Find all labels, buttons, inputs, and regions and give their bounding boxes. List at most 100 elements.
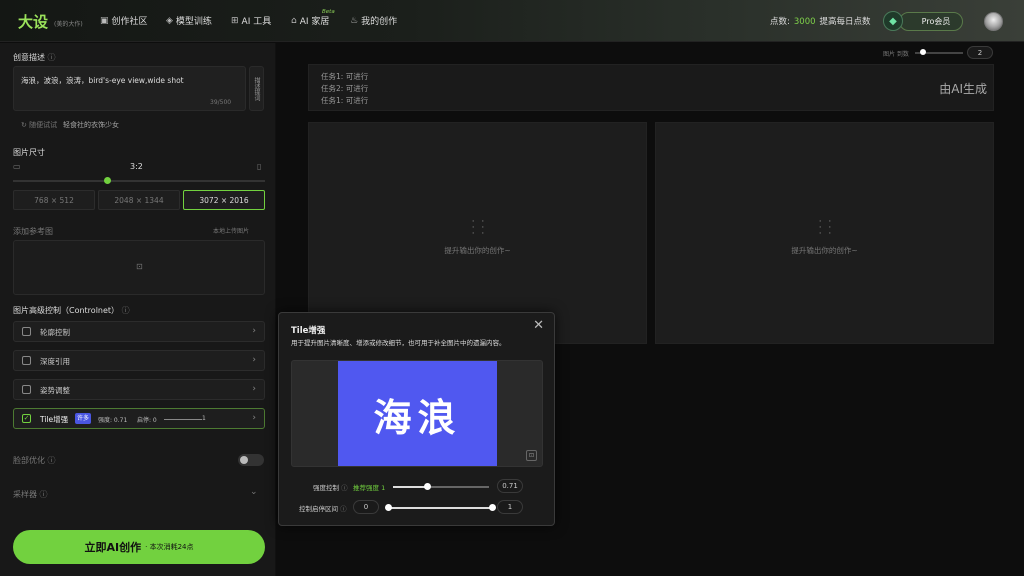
image-count-knob[interactable] xyxy=(920,49,926,55)
control-label: 深度引用 xyxy=(40,357,70,366)
bulb-icon: ♨ xyxy=(350,15,359,26)
control-outline[interactable]: 轮廓控制 › xyxy=(13,321,265,342)
chevron-right-icon: › xyxy=(252,413,256,423)
control-pose[interactable]: 姿势调整 › xyxy=(13,379,265,400)
chevron-down-icon[interactable]: ⌄ xyxy=(250,487,258,497)
face-optimize-label: 脸部优化 ⓘ xyxy=(13,456,56,465)
ratio-value: 3:2 xyxy=(130,162,143,171)
checkbox[interactable] xyxy=(22,356,31,365)
points-label: 点数: xyxy=(770,17,790,27)
tile-end: 1 xyxy=(202,415,206,422)
beta-badge: Beta xyxy=(322,9,335,15)
prompt-char-count: 39/500 xyxy=(210,99,232,106)
nav-ai-tools[interactable]: ⊞ AI 工具 xyxy=(231,14,272,28)
logo-subtitle: (美的大作) xyxy=(54,21,83,28)
info-icon: ⓘ xyxy=(340,505,347,513)
range-slider-track[interactable] xyxy=(387,507,493,509)
size-option-large[interactable]: 3072 × 2016 xyxy=(183,190,265,210)
modal-description: 用于提升图片清晰度、增添或修改细节，也可用于补全图片中的遗漏内容。 xyxy=(291,339,506,347)
modal-title: Tile增强 xyxy=(291,326,326,336)
size-option-small[interactable]: 768 × 512 xyxy=(13,190,95,210)
strength-slider-fill xyxy=(393,486,427,488)
output-panel-2[interactable]: · · · · · · 提升输出你的创作~ xyxy=(655,122,994,344)
points-upgrade-link[interactable]: 提高每日点数 xyxy=(820,17,871,27)
generate-cost: · 本次消耗24点 xyxy=(145,543,194,551)
size-section-label: 图片尺寸 xyxy=(13,148,45,157)
image-icon: ⊡ xyxy=(136,262,143,271)
strength-hint: 推荐强度 1 xyxy=(353,484,386,492)
task-item: 任务2: 可进行 xyxy=(321,84,369,93)
task-item: 任务1: 可进行 xyxy=(321,72,369,81)
diamond-icon: ◆ xyxy=(883,11,903,31)
expand-icon[interactable]: ⊡ xyxy=(526,450,537,461)
grid-icon: ▣ xyxy=(100,15,109,26)
reference-section-label: 添加参考图 xyxy=(13,227,53,236)
generate-label: 立即AI创作 xyxy=(84,541,142,554)
tile-enhance-modal: Tile增强 ✕ 用于提升图片清晰度、增添或修改细节，也可用于补全图片中的遗漏内… xyxy=(278,312,555,526)
try-random-button[interactable]: ↻ 随便试试 xyxy=(21,120,57,130)
prompt-section-label: 创意描述 ⓘ xyxy=(13,53,56,62)
avatar[interactable] xyxy=(984,12,1003,31)
generate-button[interactable]: 立即AI创作 · 本次消耗24点 xyxy=(13,530,265,564)
strength-label: 强度控制 ⓘ xyxy=(313,484,348,492)
range-start-knob[interactable] xyxy=(385,504,392,511)
checkbox[interactable] xyxy=(22,327,31,336)
try-example-link[interactable]: 轻食社的衣饰少女 xyxy=(63,120,119,130)
logo[interactable]: 大设 xyxy=(18,11,48,32)
control-label: 姿势调整 xyxy=(40,386,70,395)
range-end-knob[interactable] xyxy=(489,504,496,511)
tile-range-line xyxy=(164,419,202,420)
nav-ai-tools-label: AI 工具 xyxy=(241,17,272,27)
prompt-assist-button[interactable]: 描述提词 xyxy=(249,66,264,111)
range-start-input[interactable]: 0 xyxy=(353,500,379,514)
output-placeholder: 提升输出你的创作~ xyxy=(791,246,858,255)
nav-community-label: 创作社区 xyxy=(111,17,148,27)
nav-community[interactable]: ▣ 创作社区 xyxy=(100,14,148,28)
controlnet-section-label: 图片高级控制（Controlnet） ⓘ xyxy=(13,306,130,315)
ratio-slider-knob[interactable] xyxy=(104,177,111,184)
nav-ai-home-label: AI 家居 xyxy=(299,17,330,27)
task-item: 任务1: 可进行 xyxy=(321,96,369,105)
control-depth[interactable]: 深度引用 › xyxy=(13,350,265,371)
control-label: 轮廓控制 xyxy=(40,328,70,337)
loading-dots-icon: · · · · · · xyxy=(471,217,487,239)
size-option-medium[interactable]: 2048 × 1344 xyxy=(98,190,180,210)
tile-start: 启停: 0 xyxy=(137,417,157,424)
info-icon: ⓘ xyxy=(341,484,348,492)
nav-model-training-label: 模型训练 xyxy=(175,17,212,27)
pro-member-button[interactable]: Pro会员 xyxy=(899,12,963,31)
control-label: Tile增强 xyxy=(40,415,69,424)
control-tile[interactable]: ✓ Tile增强 许多 强度: 0.71 启停: 0 1 › xyxy=(13,408,265,429)
tile-strength: 强度: 0.71 xyxy=(98,417,128,424)
nav-model-training[interactable]: ◈ 模型训练 xyxy=(166,14,212,28)
output-placeholder: 提升输出你的创作~ xyxy=(444,246,511,255)
image-count-label: 图片 到数 xyxy=(883,51,909,58)
strength-slider-knob[interactable] xyxy=(424,483,431,490)
task-list: 任务1: 可进行 任务2: 可进行 任务1: 可进行 由AI生成 xyxy=(308,64,994,111)
nav-my-creations-label: 我的创作 xyxy=(361,17,398,27)
nav-my-creations[interactable]: ♨ 我的创作 xyxy=(350,14,398,28)
checkbox[interactable] xyxy=(22,385,31,394)
tile-preview-badge: 许多 xyxy=(75,413,92,424)
checkbox-checked[interactable]: ✓ xyxy=(22,414,31,423)
landscape-icon[interactable]: ▭ xyxy=(13,162,21,171)
loading-dots-icon: · · · · · · xyxy=(818,217,834,239)
chevron-right-icon: › xyxy=(252,355,256,365)
range-end-input[interactable]: 1 xyxy=(497,500,523,514)
top-bar: 大设 (美的大作) ▣ 创作社区 ◈ 模型训练 ⊞ AI 工具 ⌂ AI 家居 … xyxy=(0,0,1024,42)
home-icon: ⌂ xyxy=(291,15,297,26)
chevron-right-icon: › xyxy=(252,326,256,336)
image-count-value[interactable]: 2 xyxy=(967,46,993,59)
output-panel-1[interactable]: · · · · · · 提升输出你的创作~ xyxy=(308,122,647,344)
prompt-text: 海浪，波浪，浪涛，bird's-eye view,wide shot xyxy=(21,76,184,85)
portrait-icon[interactable]: ▯ xyxy=(257,162,261,171)
close-icon[interactable]: ✕ xyxy=(533,318,544,333)
face-optimize-toggle[interactable] xyxy=(238,454,264,466)
tools-icon: ⊞ xyxy=(231,15,239,26)
strength-value-input[interactable]: 0.71 xyxy=(497,479,523,493)
nav-ai-home[interactable]: ⌂ AI 家居 xyxy=(291,14,330,28)
sampler-label: 采样器 ⓘ xyxy=(13,490,48,499)
ratio-slider-track[interactable] xyxy=(13,180,265,182)
points-display: 点数: 3000 提高每日点数 xyxy=(770,15,871,27)
upload-reference-link[interactable]: 本地上传图片 xyxy=(213,226,249,235)
